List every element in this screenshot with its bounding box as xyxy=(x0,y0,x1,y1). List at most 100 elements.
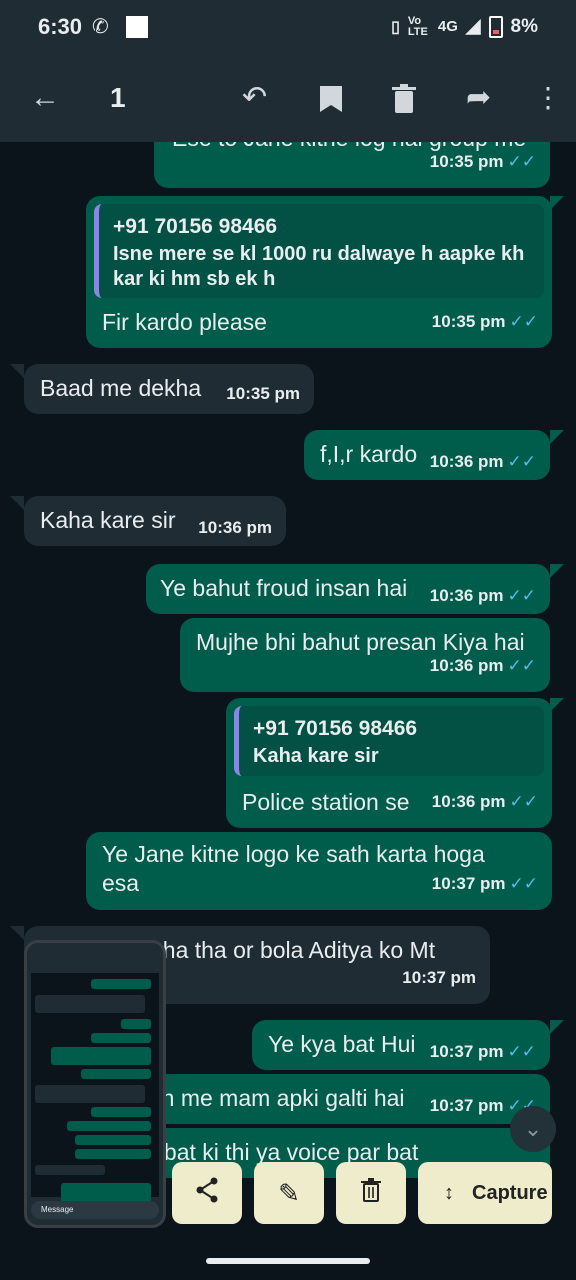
capture-button[interactable]: ↕ Capture xyxy=(418,1162,552,1224)
back-arrow-icon[interactable]: ← xyxy=(30,80,60,116)
edit-button[interactable]: ✎ xyxy=(254,1162,324,1224)
message-meta: 10:37 pm xyxy=(402,963,476,992)
message-meta: 10:37 pm ✓✓ xyxy=(432,869,538,898)
read-ticks-icon: ✓✓ xyxy=(507,152,537,171)
bubble-tail xyxy=(10,496,24,510)
bubble-tail xyxy=(550,698,564,712)
delete-screenshot-button[interactable] xyxy=(336,1162,406,1224)
thumbnail-bubble xyxy=(91,1107,151,1117)
message-text: Kaha kare sir xyxy=(40,507,176,533)
more-vert-icon[interactable]: ⋮ xyxy=(534,80,562,116)
thumbnail-bubble xyxy=(81,1069,151,1079)
message-text: f,I,r kardo xyxy=(320,441,418,467)
network-type: 4G xyxy=(437,18,458,35)
share-icon xyxy=(195,1177,219,1210)
message-meta: 10:36 pm ✓✓ xyxy=(430,581,536,610)
message-meta: 10:36 pm ✓✓ xyxy=(430,651,536,680)
message-time: 10:36 pm xyxy=(429,586,504,605)
thumbnail-bubble xyxy=(35,1165,105,1175)
thumbnail-bubble xyxy=(91,979,151,989)
message-bubble-outgoing[interactable]: Ye Jane kitne logo ke sath karta hoga es… xyxy=(86,832,552,910)
bubble-tail xyxy=(550,430,564,444)
message-bubble-incoming[interactable]: Baad me dekha 10:35 pm xyxy=(24,364,314,414)
message-bubble-outgoing[interactable]: Sach me mam apki galti hai 10:37 pm ✓✓ xyxy=(108,1074,550,1124)
message-bubble-outgoing[interactable]: +91 70156 98466 Isne mere se kl 1000 ru … xyxy=(86,196,552,348)
home-gesture-pill[interactable] xyxy=(206,1258,370,1264)
thumbnail-app-bar xyxy=(27,943,163,973)
quoted-text: Kaha kare sir xyxy=(253,745,379,767)
status-bar: 6:30 ✆ ▯ Vo LTE 4G ◢ 8% xyxy=(0,0,576,56)
message-text: Ye kya bat Hui xyxy=(268,1031,416,1057)
battery-icon xyxy=(488,15,503,38)
thumbnail-bubble xyxy=(91,1033,151,1043)
screenshot-thumbnail[interactable]: Message xyxy=(24,940,166,1228)
thumbnail-message-input: Message xyxy=(31,1201,159,1219)
message-time: 10:35 pm xyxy=(429,152,504,171)
thumbnail-bubble xyxy=(121,1019,151,1029)
signal-icon: ◢ xyxy=(465,16,481,37)
edit-icon: ✎ xyxy=(278,1177,300,1208)
read-ticks-icon: ✓✓ xyxy=(509,792,539,811)
message-bubble-outgoing[interactable]: f,I,r kardo 10:36 pm ✓✓ xyxy=(304,430,550,480)
message-time: 10:37 pm xyxy=(429,1042,504,1061)
message-meta: 10:36 pm xyxy=(198,513,272,542)
bubble-tail xyxy=(10,926,24,940)
message-time: 10:35 pm xyxy=(226,384,300,403)
thumbnail-chat xyxy=(31,973,159,1203)
message-bubble-outgoing[interactable]: Ese to Jane kitne log hai group me 10:35… xyxy=(154,142,550,188)
expand-icon: ↕ xyxy=(444,1182,454,1204)
read-ticks-icon: ✓✓ xyxy=(509,312,539,331)
share-button[interactable] xyxy=(172,1162,242,1224)
message-time: 10:35 pm xyxy=(431,312,506,331)
read-ticks-icon: ✓✓ xyxy=(507,1042,537,1061)
thumbnail-bubble xyxy=(75,1149,151,1159)
chevron-down-icon: ⌄ xyxy=(523,1116,543,1141)
quoted-message[interactable]: +91 70156 98466 Kaha kare sir xyxy=(234,706,544,776)
read-ticks-icon: ✓✓ xyxy=(507,452,537,471)
bubble-tail xyxy=(550,196,564,210)
bookmark-icon[interactable] xyxy=(318,84,344,123)
scroll-down-button[interactable]: ⌄ xyxy=(510,1106,556,1152)
read-ticks-icon: ✓✓ xyxy=(507,656,537,675)
message-bubble-outgoing[interactable]: Ye bahut froud insan hai 10:36 pm ✓✓ xyxy=(146,564,550,614)
bubble-tail xyxy=(550,1020,564,1034)
message-time: 10:37 pm xyxy=(431,874,506,893)
read-ticks-icon: ✓✓ xyxy=(509,874,539,893)
message-time: 10:36 pm xyxy=(198,518,272,537)
phone-call-icon: ✆ xyxy=(92,16,109,38)
message-bubble-outgoing[interactable]: Ye kya bat Hui 10:37 pm ✓✓ xyxy=(252,1020,550,1070)
quoted-text: Isne mere se kl 1000 ru dalwaye h aapke … xyxy=(113,243,525,290)
thumbnail-bubble xyxy=(75,1135,151,1145)
message-time: 10:36 pm xyxy=(429,656,504,675)
quoted-sender: +91 70156 98466 xyxy=(113,215,278,238)
message-bubble-outgoing[interactable]: +91 70156 98466 Kaha kare sir Police sta… xyxy=(226,698,552,828)
reply-icon[interactable]: ↶ xyxy=(242,80,267,116)
message-meta: 10:36 pm ✓✓ xyxy=(432,787,538,816)
status-right: ▯ Vo LTE 4G ◢ 8% xyxy=(391,15,538,38)
forward-icon[interactable]: ➦ xyxy=(466,80,491,116)
selection-app-bar: ← 1 ↶ ➦ ⋮ xyxy=(0,56,576,142)
read-ticks-icon: ✓✓ xyxy=(507,586,537,605)
navigation-bar xyxy=(0,1230,576,1280)
thumbnail-bubble xyxy=(35,1085,145,1103)
thumbnail-bubble xyxy=(35,995,145,1013)
selected-count: 1 xyxy=(110,82,126,113)
notification-square-icon xyxy=(126,16,148,38)
message-meta: 10:36 pm ✓✓ xyxy=(430,447,536,476)
message-time: 10:37 pm xyxy=(402,968,476,987)
bubble-tail xyxy=(10,364,24,378)
message-text: Ye bahut froud insan hai xyxy=(160,575,408,601)
message-bubble-incoming[interactable]: Kaha kare sir 10:36 pm xyxy=(24,496,286,546)
message-text: Police station se xyxy=(242,789,410,815)
quoted-sender: +91 70156 98466 xyxy=(253,717,418,740)
delete-icon[interactable] xyxy=(392,84,416,123)
quoted-message[interactable]: +91 70156 98466 Isne mere se kl 1000 ru … xyxy=(94,204,544,298)
message-meta: 10:35 pm ✓✓ xyxy=(430,147,536,176)
message-meta: 10:35 pm xyxy=(226,379,300,408)
delete-icon xyxy=(361,1177,381,1209)
capture-label: Capture xyxy=(472,1181,548,1204)
message-bubble-outgoing[interactable]: Mujhe bhi bahut presan Kiya hai 10:36 pm… xyxy=(180,618,550,692)
status-time: 6:30 xyxy=(38,14,83,39)
bubble-tail xyxy=(550,564,564,578)
volte-label: Vo LTE xyxy=(407,14,428,38)
